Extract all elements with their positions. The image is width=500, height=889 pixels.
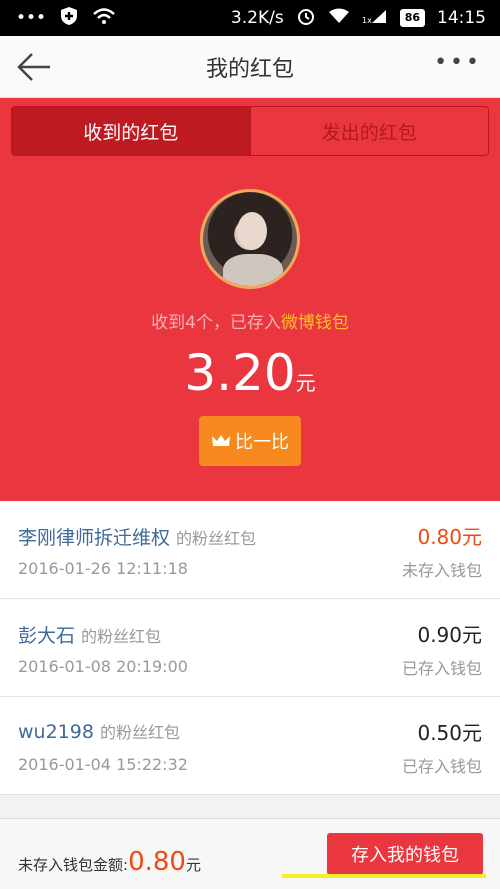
total-amount-unit: 元 [295,371,316,395]
bottom-bar: 未存入钱包金额:0.80元 存入我的钱包 [0,818,500,889]
received-summary: 收到4个，已存入微博钱包 [0,308,500,333]
tab-received[interactable]: 收到的红包 [12,107,250,155]
arrow-left-icon [17,53,50,81]
list-item[interactable]: wu2198 的粉丝红包 2016-01-04 15:22:32 0.50元 已存… [0,697,500,795]
unsaved-amount-label: 未存入钱包金额: [18,856,129,874]
redpacket-list: 李刚律师拆迁维权 的粉丝红包 2016-01-26 12:11:18 0.80元 … [0,501,500,795]
unsaved-amount-value: 0.80 [128,847,186,877]
received-count-text: 收到4个，已存入 [151,313,281,333]
received-time: 2016-01-08 20:19:00 [18,657,188,676]
deposit-status: 未存入钱包 [401,561,482,580]
received-time: 2016-01-04 15:22:32 [18,755,188,774]
summary-panel: 收到的红包 发出的红包 收到4个，已存入微博钱包 3.20元 比一比 [0,98,500,501]
tab-group: 收到的红包 发出的红包 [11,106,489,156]
received-time: 2016-01-26 12:11:18 [18,559,188,578]
packet-type: 的粉丝红包 [176,529,257,548]
deposit-status: 已存入钱包 [401,757,482,776]
highlight-underline [282,874,486,878]
packet-amount: 0.50元 [417,721,482,745]
page-title: 我的红包 [205,56,294,82]
nav-bar: 我的红包 ••• [0,36,500,98]
unsaved-amount-unit: 元 [185,856,201,874]
wifi-check-icon [92,7,116,30]
sender-name[interactable]: 彭大石 [18,625,75,647]
network-speed: 3.2K/s [230,8,284,28]
battery-level: 86 [399,9,425,27]
packet-amount: 0.90元 [417,623,482,647]
list-item[interactable]: 彭大石 的粉丝红包 2016-01-08 20:19:00 0.90元 已存入钱包 [0,599,500,697]
packet-type: 的粉丝红包 [99,723,180,742]
signal-icon: 1x [362,8,388,29]
weibo-wallet-link[interactable]: 微博钱包 [281,313,349,333]
compare-button[interactable]: 比一比 [199,416,301,466]
back-button[interactable] [14,50,54,84]
avatar[interactable] [200,189,300,289]
packet-type: 的粉丝红包 [81,627,162,646]
status-bar: ••• 3.2K/s 1x 86 14:15 [0,0,500,36]
deposit-status: 已存入钱包 [401,659,482,678]
shield-icon [60,6,78,31]
sender-name[interactable]: 李刚律师拆迁维权 [18,527,170,549]
svg-text:1x: 1x [362,16,372,24]
compare-button-label: 比一比 [235,432,289,453]
wifi-icon [328,8,350,29]
unsaved-amount: 未存入钱包金额:0.80元 [18,847,201,877]
save-to-wallet-button[interactable]: 存入我的钱包 [327,833,483,875]
alarm-icon [296,6,316,31]
more-options-button[interactable]: ••• [434,52,482,74]
total-amount: 3.20元 [0,344,500,402]
packet-amount: 0.80元 [417,525,482,549]
tab-sent[interactable]: 发出的红包 [249,107,488,155]
crown-icon [212,435,230,446]
sender-name[interactable]: wu2198 [18,721,94,743]
total-amount-value: 3.20 [184,344,296,402]
list-item[interactable]: 李刚律师拆迁维权 的粉丝红包 2016-01-26 12:11:18 0.80元 … [0,501,500,599]
dots-icon: ••• [16,8,47,28]
clock: 14:15 [437,8,486,28]
